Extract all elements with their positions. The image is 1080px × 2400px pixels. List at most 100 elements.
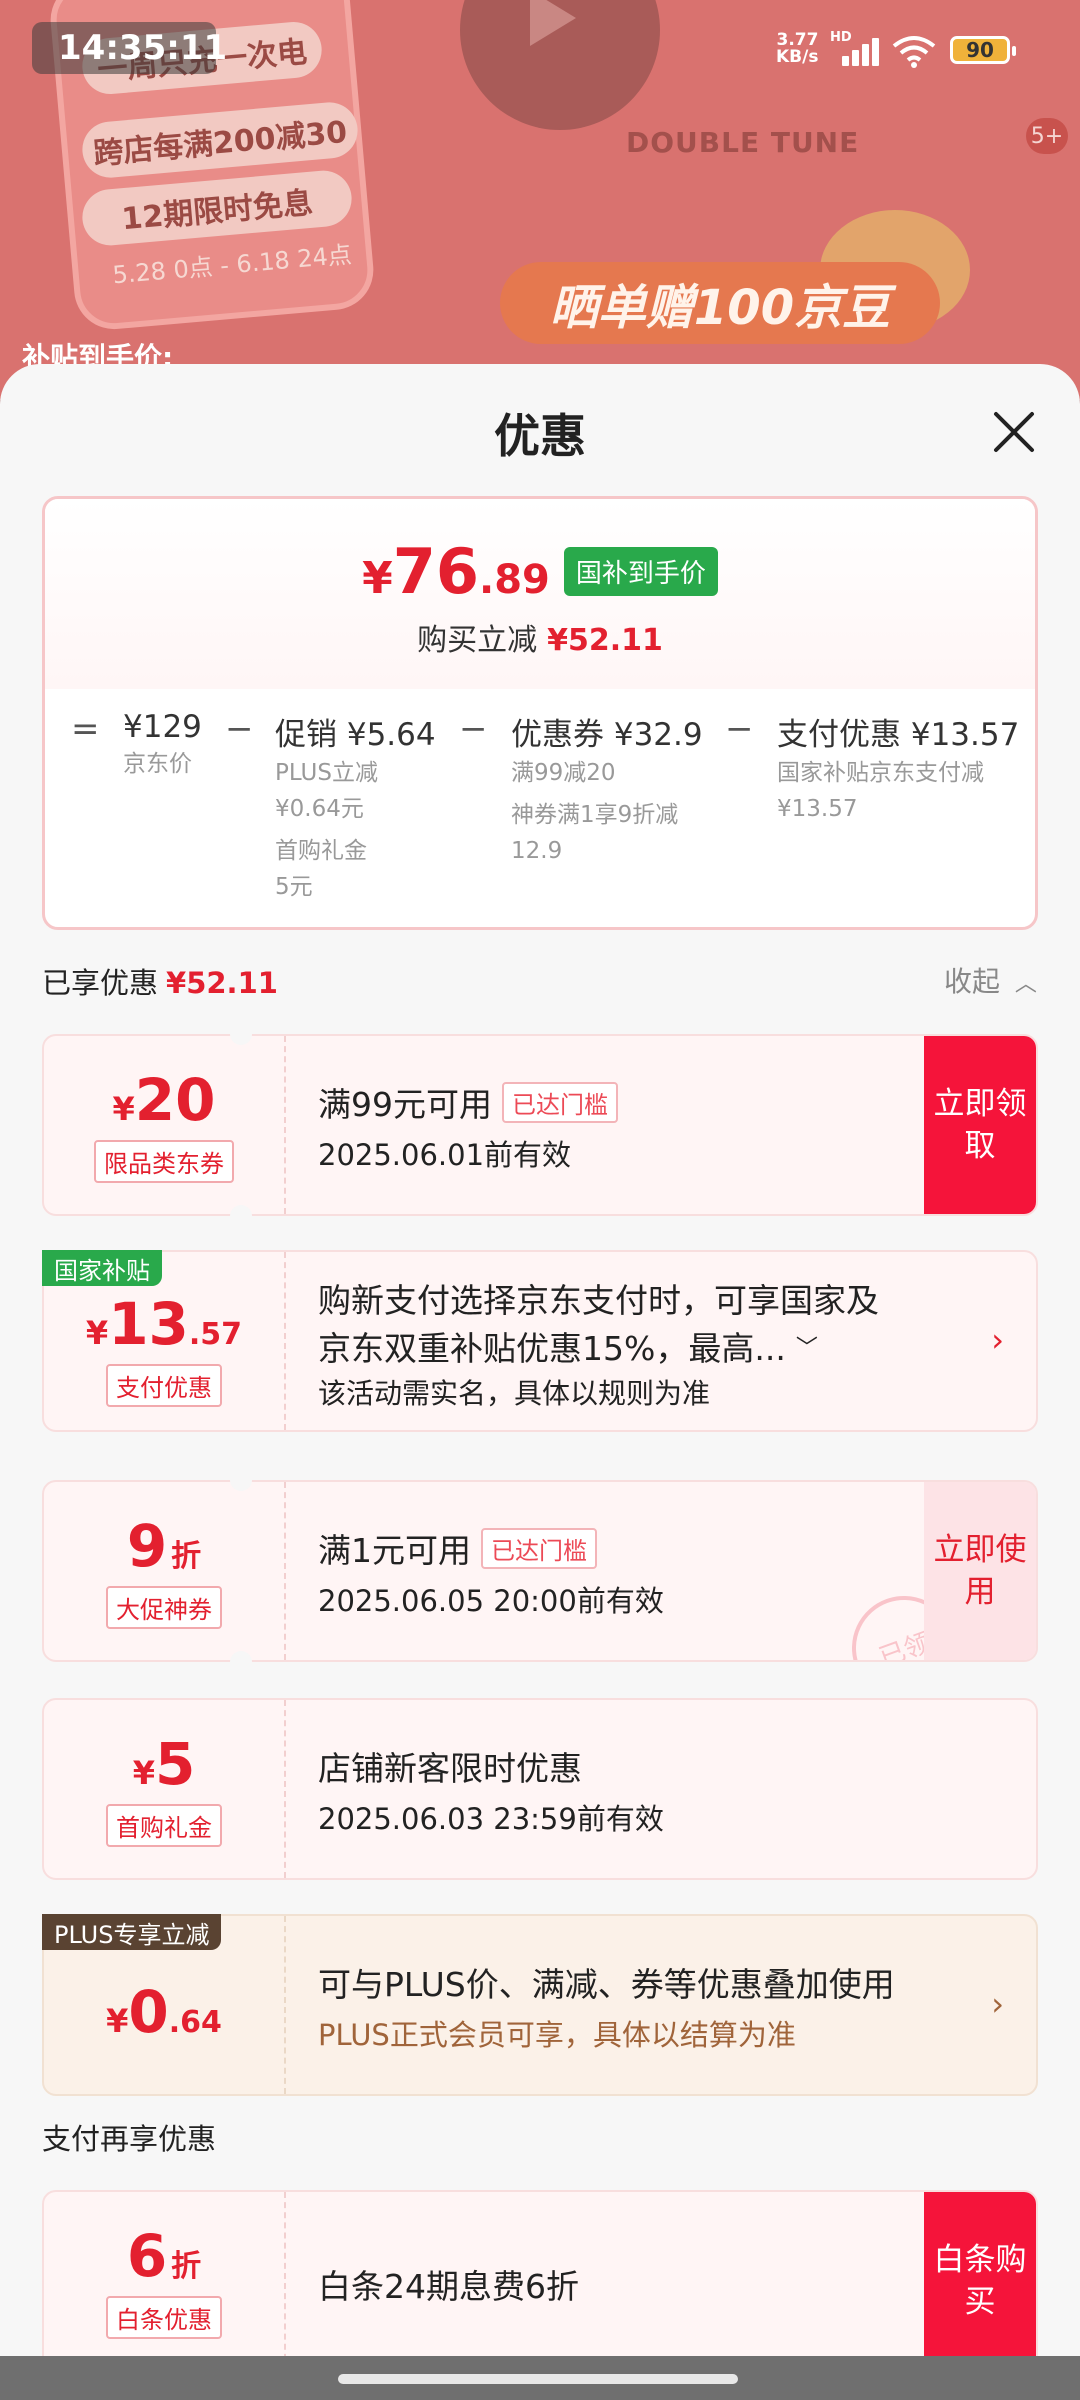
price-summary: ¥76.89 国补到手价 购买立减 ¥52.11 = ¥129 京东价 − 促销 … — [42, 496, 1038, 930]
coupon-info: 店铺新客限时优惠 2025.06.03 23:59前有效 — [318, 1700, 916, 1878]
coupon-expiry: 2025.06.03 23:59前有效 — [318, 1802, 664, 1836]
chevron-down-icon[interactable]: ﹀ — [796, 1330, 818, 1362]
divider — [284, 1482, 286, 1660]
gov-subsidy-tag: 国补到手价 — [563, 547, 718, 596]
coupon-card[interactable]: ¥13.57 支付优惠 购新支付选择京东支付时，可享国家及 京东双重补贴优惠15… — [42, 1250, 1038, 1432]
divider — [284, 1252, 286, 1430]
reduce-label: 购买立减 — [417, 623, 538, 658]
discount-sheet: 优惠 ¥76.89 国补到手价 购买立减 ¥52.11 = ¥129 京东价 − … — [0, 364, 1080, 2400]
breakdown-sub: ¥13.57 — [777, 796, 858, 822]
coupon-value: ¥5 首购礼金 — [44, 1700, 284, 1878]
baitiao-buy-button[interactable]: 白条购买 — [924, 2192, 1036, 2370]
plus-corner-tag: PLUS专享立减 — [42, 1914, 222, 1950]
sheet-title: 优惠 — [494, 409, 586, 463]
coupon-value: 6折 白条优惠 — [44, 2192, 284, 2370]
chevron-up-icon: ︿ — [1014, 972, 1037, 997]
coupon-title-line2: 京东双重补贴优惠15%，最高... ﹀ — [318, 1329, 818, 1368]
coupon-info: 满1元可用 已达门槛 2025.06.05 20:00前有效 — [318, 1482, 916, 1660]
divider — [284, 2192, 286, 2370]
coupon-value: 9折 大促神券 — [44, 1482, 284, 1660]
breakdown-jd-price: ¥129 京东价 — [123, 709, 202, 781]
breakdown-sub: 国家补贴京东支付减 — [777, 760, 984, 786]
brand-logo: DOUBLE TUNE — [626, 126, 860, 159]
status-bar: 14:35:11 3.77 KB/s HD 90 — [0, 0, 1080, 100]
coupon-card: 9折 大促神券 满1元可用 已达门槛 2025.06.05 20:00前有效 已领… — [42, 1480, 1038, 1662]
price-breakdown: = ¥129 京东价 − 促销 ¥5.64 PLUS立减 ¥0.64元 首购礼金… — [45, 689, 1035, 927]
breakdown-sub: 京东价 — [123, 751, 192, 777]
breakdown-sub: 5元 — [275, 874, 313, 900]
breakdown-sub: PLUS立减 — [275, 760, 378, 786]
coupon-info: 可与PLUS价、满减、券等优惠叠加使用 PLUS正式会员可享，具体以结算为准 — [318, 1916, 916, 2094]
divider — [284, 1036, 286, 1214]
coupon-type-tag: 大促神券 — [106, 1585, 222, 1629]
coupon-type-tag: 首购礼金 — [106, 1803, 222, 1847]
final-price-line: ¥76.89 国补到手价 — [45, 535, 1035, 608]
equals-operator: = — [71, 709, 100, 749]
close-icon[interactable] — [990, 408, 1038, 456]
use-button[interactable]: 立即使用 — [924, 1482, 1036, 1660]
coupon-note: PLUS正式会员可享，具体以结算为准 — [318, 2018, 796, 2052]
coupon-card: ¥5 首购礼金 店铺新客限时优惠 2025.06.03 23:59前有效 — [42, 1698, 1038, 1880]
coupon-title: 购新支付选择京东支付时，可享国家及 — [318, 1281, 879, 1320]
threshold-chip: 已达门槛 — [502, 1081, 618, 1123]
collapse-toggle[interactable]: 收起 ︿ — [944, 960, 1037, 1000]
notch — [230, 1023, 252, 1045]
breakdown-sub: 满99减20 — [511, 760, 616, 786]
battery-icon: 90 — [950, 36, 1016, 64]
coupon-card: ¥20 限品类东券 满99元可用 已达门槛 2025.06.01前有效 立即领取 — [42, 1034, 1038, 1216]
notch — [230, 1469, 252, 1491]
notch — [230, 1651, 252, 1673]
claim-button[interactable]: 立即领取 — [924, 1036, 1036, 1214]
coupon-card: 6折 白条优惠 白条24期息费6折 白条购买 — [42, 2190, 1038, 2372]
enjoyed-discount-header: 已享优惠 ¥52.11 — [42, 960, 278, 1002]
threshold-chip: 已达门槛 — [481, 1527, 597, 1569]
coupon-type-tag: 限品类东券 — [94, 1139, 234, 1183]
wifi-icon — [892, 36, 936, 68]
coupon-value: ¥20 限品类东券 — [44, 1036, 284, 1214]
gov-subsidy-corner-tag: 国家补贴 — [42, 1250, 162, 1286]
coupon-expiry: 2025.06.05 20:00前有效 — [318, 1584, 664, 1618]
breakdown-promotion: 促销 ¥5.64 PLUS立减 ¥0.64元 首购礼金 5元 — [275, 709, 436, 904]
chevron-right-icon[interactable]: › — [991, 1985, 1004, 2023]
breakdown-sub: 神券满1享9折减 — [511, 802, 679, 828]
reduce-value: ¥52.11 — [547, 623, 663, 658]
coupon-info: 满99元可用 已达门槛 2025.06.01前有效 — [318, 1036, 916, 1214]
net-speed-unit: KB/s — [776, 47, 819, 67]
coupon-title: 满1元可用 — [318, 1531, 471, 1570]
coupon-info: 白条24期息费6折 — [318, 2192, 916, 2370]
breakdown-main: 支付优惠 ¥13.57 — [777, 717, 1020, 753]
breakdown-main: 促销 ¥5.64 — [275, 717, 436, 753]
instant-reduction: 购买立减 ¥52.11 — [45, 615, 1035, 659]
breakdown-sub: 首购礼金 — [275, 838, 367, 864]
breakdown-sub: ¥0.64元 — [275, 796, 364, 822]
coupon-note: 该活动需实名，具体以规则为准 — [318, 1377, 711, 1410]
pay-section-header: 支付再享优惠 — [42, 2122, 217, 2156]
chevron-right-icon[interactable]: › — [991, 1321, 1004, 1359]
coupon-info: 购新支付选择京东支付时，可享国家及 京东双重补贴优惠15%，最高... ﹀ 该活动… — [318, 1252, 916, 1430]
breakdown-payment: 支付优惠 ¥13.57 国家补贴京东支付减 ¥13.57 — [777, 709, 1019, 826]
home-indicator[interactable] — [338, 2374, 738, 2384]
status-time: 14:35:11 — [58, 28, 228, 68]
coupon-title: 店铺新客限时优惠 — [318, 1749, 582, 1788]
breakdown-main: 优惠券 ¥32.9 — [511, 717, 703, 753]
coupon-title: 白条24期息费6折 — [318, 2267, 579, 2306]
coupon-type-tag: 白条优惠 — [106, 2295, 222, 2339]
minus-operator: − — [225, 709, 254, 749]
enjoyed-value: ¥52.11 — [166, 966, 278, 1000]
coupon-title: 满99元可用 — [318, 1085, 492, 1124]
collapse-label: 收起 — [944, 965, 1001, 998]
minus-operator: − — [459, 709, 488, 749]
coupon-title: 可与PLUS价、满减、券等优惠叠加使用 — [318, 1965, 895, 2004]
breakdown-main: ¥129 — [123, 709, 202, 745]
coupon-expiry: 2025.06.01前有效 — [318, 1138, 572, 1172]
enjoyed-label: 已享优惠 — [42, 966, 159, 1000]
breakdown-sub: 12.9 — [511, 838, 563, 864]
coupon-type-tag: 支付优惠 — [106, 1363, 222, 1407]
review-banner: 晒单赠100京豆 — [500, 262, 940, 344]
breakdown-coupon: 优惠券 ¥32.9 满99减20 神券满1享9折减 12.9 — [511, 709, 703, 868]
network-speed: 3.77 KB/s — [776, 32, 818, 66]
image-count-badge: 5+ — [1026, 118, 1068, 154]
divider — [284, 1916, 286, 2094]
minus-operator: − — [725, 709, 754, 749]
divider — [284, 1700, 286, 1878]
